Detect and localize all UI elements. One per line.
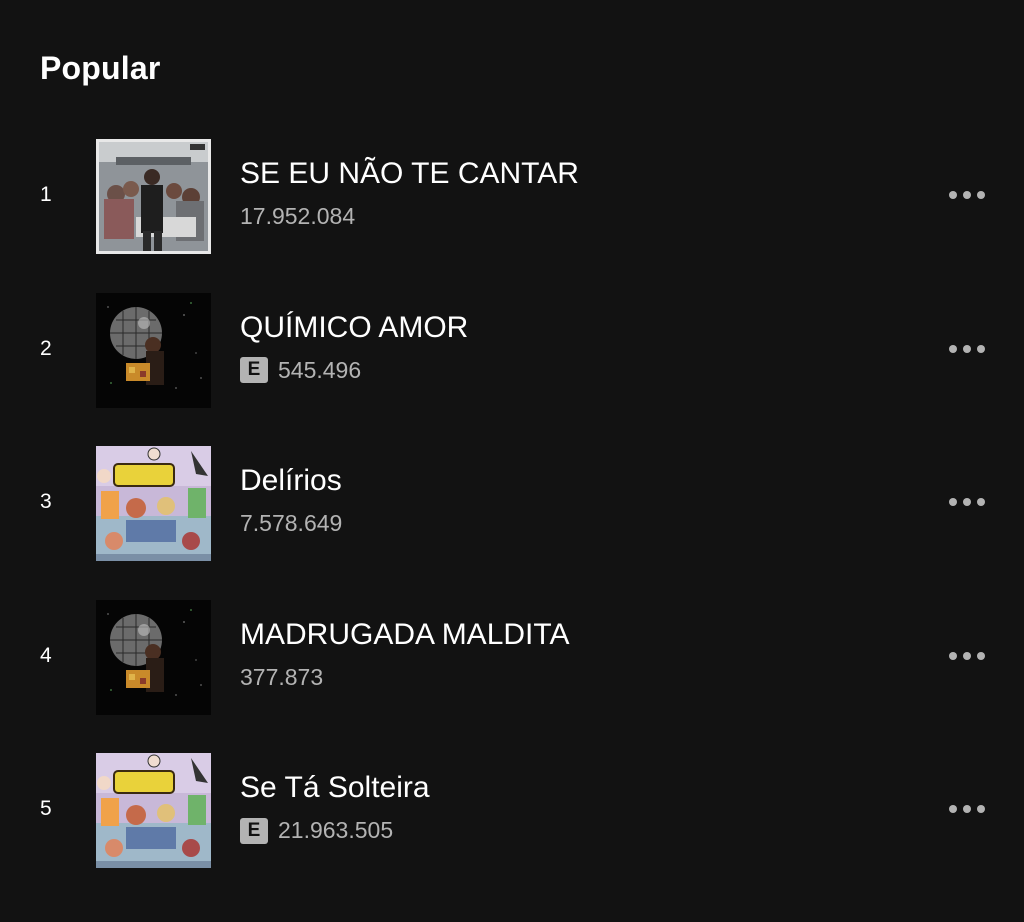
track-row[interactable]: 1 SE EU NÃO TE CANTAR 17.952.084 xyxy=(0,137,1024,291)
album-cover-image xyxy=(96,139,211,254)
explicit-badge: E xyxy=(240,357,268,383)
album-cover[interactable] xyxy=(96,599,211,715)
more-horizontal-icon xyxy=(977,191,985,199)
track-number: 3 xyxy=(40,490,52,513)
track-title[interactable]: SE EU NÃO TE CANTAR xyxy=(240,157,579,191)
more-horizontal-icon xyxy=(977,498,985,506)
track-meta: 377.873 xyxy=(240,664,323,691)
more-options-button[interactable] xyxy=(940,490,994,514)
album-cover[interactable] xyxy=(96,292,211,408)
more-options-button[interactable] xyxy=(940,797,994,821)
track-row[interactable]: 2 QUÍMICO AMOR E 545.496 xyxy=(0,291,1024,445)
track-meta: 7.578.649 xyxy=(240,510,342,537)
play-count: 545.496 xyxy=(278,356,362,383)
explicit-badge: E xyxy=(240,817,268,844)
track-title[interactable]: MADRUGADA MALDITA xyxy=(240,618,570,652)
track-row[interactable]: 3 Delírios 7.578.649 xyxy=(0,444,1024,598)
track-title[interactable]: QUÍMICO AMOR xyxy=(240,311,468,345)
artist-popular-section: Popular 1 SE EU NÃO TE CANTAR 17.952.084… xyxy=(0,0,1024,922)
album-cover-image xyxy=(96,292,211,408)
more-horizontal-icon xyxy=(949,498,957,506)
play-count: 17.952.084 xyxy=(240,203,356,229)
more-horizontal-icon xyxy=(949,344,957,353)
album-cover-image xyxy=(96,446,211,561)
track-meta: 17.952.084 xyxy=(240,203,355,230)
more-options-button[interactable] xyxy=(940,337,994,361)
more-horizontal-icon xyxy=(977,805,985,813)
more-horizontal-icon xyxy=(963,651,971,660)
album-cover[interactable] xyxy=(96,446,211,561)
play-count: 21.963.505 xyxy=(278,817,394,843)
more-horizontal-icon xyxy=(949,191,957,199)
section-title: Popular xyxy=(40,50,161,86)
more-horizontal-icon xyxy=(963,344,971,353)
track-meta: E 545.496 xyxy=(240,357,361,384)
album-cover-image xyxy=(96,753,211,868)
play-count: 7.578.649 xyxy=(240,510,343,536)
album-cover-image xyxy=(96,599,211,715)
more-horizontal-icon xyxy=(977,344,985,353)
more-options-button[interactable] xyxy=(940,644,994,668)
album-cover[interactable] xyxy=(96,139,211,254)
play-count: 377.873 xyxy=(240,663,324,690)
track-list: 1 SE EU NÃO TE CANTAR 17.952.084 2 QUÍMI… xyxy=(0,137,1024,905)
track-number: 4 xyxy=(40,643,52,667)
more-options-button[interactable] xyxy=(940,183,994,207)
more-horizontal-icon xyxy=(949,651,957,660)
more-horizontal-icon xyxy=(963,191,971,199)
more-horizontal-icon xyxy=(963,498,971,506)
track-title[interactable]: Se Tá Solteira xyxy=(240,771,430,805)
more-horizontal-icon xyxy=(977,651,985,660)
track-row[interactable]: 5 Se Tá Solteira E 21.963.505 xyxy=(0,751,1024,905)
track-row[interactable]: 4 MADRUGADA MALDITA 377.873 xyxy=(0,598,1024,752)
track-number: 2 xyxy=(40,336,52,360)
track-number: 5 xyxy=(40,797,52,820)
track-title[interactable]: Delírios xyxy=(240,464,342,498)
album-cover[interactable] xyxy=(96,753,211,868)
track-meta: E 21.963.505 xyxy=(240,817,393,844)
track-number: 1 xyxy=(40,183,52,206)
more-horizontal-icon xyxy=(963,805,971,813)
more-horizontal-icon xyxy=(949,805,957,813)
